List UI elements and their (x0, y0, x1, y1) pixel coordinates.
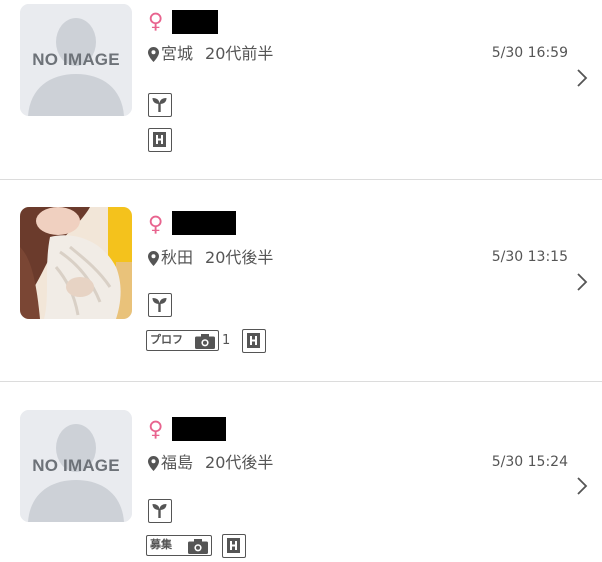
h-building-icon (153, 132, 166, 147)
female-icon: ♀ (148, 417, 164, 441)
map-pin-icon (148, 456, 159, 471)
age-text: 20代前半 (205, 44, 274, 63)
list-item[interactable]: ♀ 秋田 20代後半 5/30 13:15 プロフ 1 (0, 180, 602, 382)
timestamp: 5/30 16:59 (491, 45, 568, 61)
sprout-icon (152, 504, 167, 518)
location-line: 福島 20代後半 (148, 452, 273, 474)
h-building-icon (247, 333, 260, 348)
female-icon: ♀ (148, 9, 164, 33)
chevron-right-icon[interactable] (576, 68, 588, 88)
location-text: 宮城 (161, 44, 194, 63)
no-image-label: NO IMAGE (32, 456, 120, 475)
map-pin-icon (148, 251, 159, 266)
profile-photo (20, 207, 132, 319)
hotel-badge (242, 329, 266, 353)
location-line: 秋田 20代後半 (148, 247, 273, 269)
sprout-badge (148, 499, 172, 523)
sprout-badge (148, 293, 172, 317)
tag-label: 募集 (150, 538, 172, 551)
age-text: 20代後半 (205, 248, 274, 267)
profile-photo-tag: プロフ (146, 330, 219, 351)
redacted-username (172, 417, 226, 441)
list-item[interactable]: NO IMAGE ♀ 宮城 20代前半 5/30 16:59 (0, 0, 602, 180)
location-text: 福島 (161, 453, 194, 472)
no-image-label: NO IMAGE (32, 50, 120, 69)
timestamp: 5/30 13:15 (491, 249, 568, 265)
avatar: NO IMAGE (20, 4, 132, 116)
map-pin-icon (148, 47, 159, 62)
timestamp: 5/30 15:24 (491, 454, 568, 470)
photo-count: 1 (222, 333, 231, 348)
camera-icon (188, 539, 208, 554)
hotel-badge (222, 534, 246, 558)
age-text: 20代後半 (205, 453, 274, 472)
sprout-icon (152, 298, 167, 312)
chevron-right-icon[interactable] (576, 476, 588, 496)
avatar: NO IMAGE (20, 410, 132, 522)
h-building-icon (227, 538, 240, 553)
tag-label: プロフ (150, 333, 183, 346)
female-icon: ♀ (148, 212, 164, 236)
chevron-right-icon[interactable] (576, 272, 588, 292)
recruit-photo-tag: 募集 (146, 535, 212, 556)
camera-icon (195, 334, 215, 349)
list-item[interactable]: NO IMAGE ♀ 福島 20代後半 5/30 15:24 募集 (0, 382, 602, 562)
redacted-username (172, 211, 236, 235)
location-line: 宮城 20代前半 (148, 43, 273, 65)
location-text: 秋田 (161, 248, 194, 267)
sprout-icon (152, 98, 167, 112)
redacted-username (172, 10, 218, 34)
sprout-badge (148, 93, 172, 117)
hotel-badge (148, 128, 172, 152)
avatar-photo (20, 207, 132, 319)
